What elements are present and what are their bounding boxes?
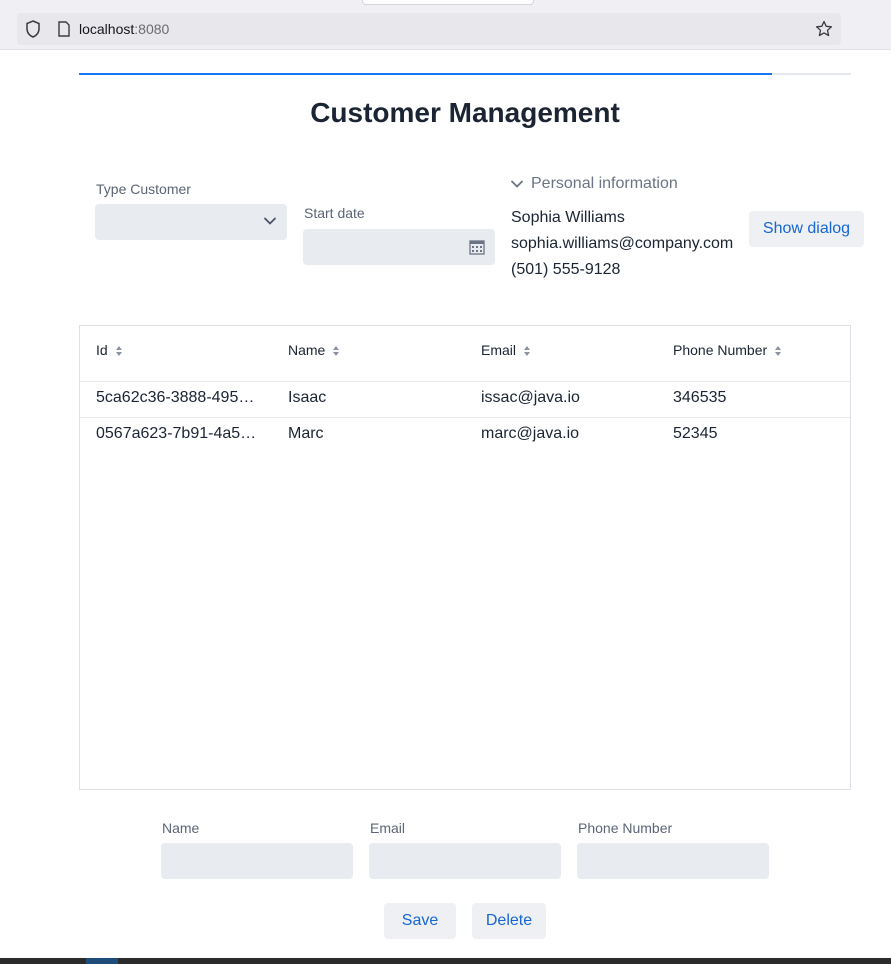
grid-header: Id Name Email Phone Number — [80, 326, 850, 382]
personal-info-toggle[interactable]: Personal information — [510, 175, 678, 193]
browser-toolbar: localhost:8080 — [0, 0, 891, 50]
cell-email: marc@java.io — [481, 425, 580, 442]
type-customer-select[interactable] — [95, 204, 287, 240]
address-bar[interactable]: localhost:8080 — [17, 13, 841, 45]
shield-icon[interactable] — [25, 20, 41, 38]
type-customer-label: Type Customer — [96, 181, 191, 197]
sort-icon[interactable] — [115, 345, 123, 357]
phone-field-label: Phone Number — [578, 820, 673, 836]
email-field[interactable] — [369, 843, 561, 879]
show-dialog-button[interactable]: Show dialog — [749, 211, 864, 247]
sort-icon[interactable] — [774, 345, 782, 357]
column-header-id[interactable]: Id — [96, 342, 123, 358]
name-field[interactable] — [161, 843, 353, 879]
chevron-down-icon — [511, 180, 523, 188]
taskbar-active-item[interactable] — [86, 958, 118, 964]
customer-grid: Id Name Email Phone Number 5ca62c36-3888… — [79, 325, 851, 790]
cell-id: 5ca62c36-3888-495… — [96, 389, 255, 406]
column-header-label: Phone Number — [673, 342, 768, 358]
cell-id: 0567a623-7b91-4a5… — [96, 425, 257, 442]
start-date-label: Start date — [304, 205, 365, 221]
calendar-icon[interactable] — [469, 239, 485, 255]
table-row[interactable]: 0567a623-7b91-4a5… Marc marc@java.io 523… — [80, 418, 850, 454]
column-header-phone-number[interactable]: Phone Number — [673, 342, 782, 358]
column-header-label: Id — [96, 342, 108, 358]
active-tab-edge — [362, 0, 534, 5]
page-title: Customer Management — [310, 97, 620, 128]
bookmark-star-icon[interactable] — [815, 20, 833, 38]
cell-phone: 52345 — [673, 425, 718, 442]
cell-email: issac@java.io — [481, 389, 580, 406]
column-header-label: Name — [288, 342, 326, 358]
chevron-down-icon — [264, 217, 276, 225]
person-name: Sophia Williams — [511, 209, 625, 226]
loading-progress-bar — [79, 73, 851, 75]
column-header-email[interactable]: Email — [481, 342, 531, 358]
name-field-label: Name — [162, 820, 200, 836]
url-text[interactable]: localhost:8080 — [79, 21, 169, 37]
cell-phone: 346535 — [673, 389, 727, 406]
os-taskbar — [0, 958, 891, 964]
person-email: sophia.williams@company.com — [511, 235, 734, 252]
personal-info-summary: Personal information — [531, 175, 678, 192]
loading-progress-fill — [79, 73, 773, 75]
person-phone: (501) 555-9128 — [511, 261, 621, 278]
column-header-label: Email — [481, 342, 517, 358]
sort-icon[interactable] — [332, 345, 340, 357]
sort-icon[interactable] — [523, 345, 531, 357]
phone-number-field[interactable] — [577, 843, 769, 879]
page-icon — [58, 21, 70, 37]
delete-button[interactable]: Delete — [472, 903, 546, 939]
column-header-name[interactable]: Name — [288, 342, 340, 358]
email-field-label: Email — [370, 820, 406, 836]
cell-name: Isaac — [288, 389, 327, 406]
table-row[interactable]: 5ca62c36-3888-495… Isaac issac@java.io 3… — [80, 382, 850, 418]
start-date-picker[interactable] — [303, 229, 495, 265]
cell-name: Marc — [288, 425, 324, 442]
save-button[interactable]: Save — [384, 903, 456, 939]
